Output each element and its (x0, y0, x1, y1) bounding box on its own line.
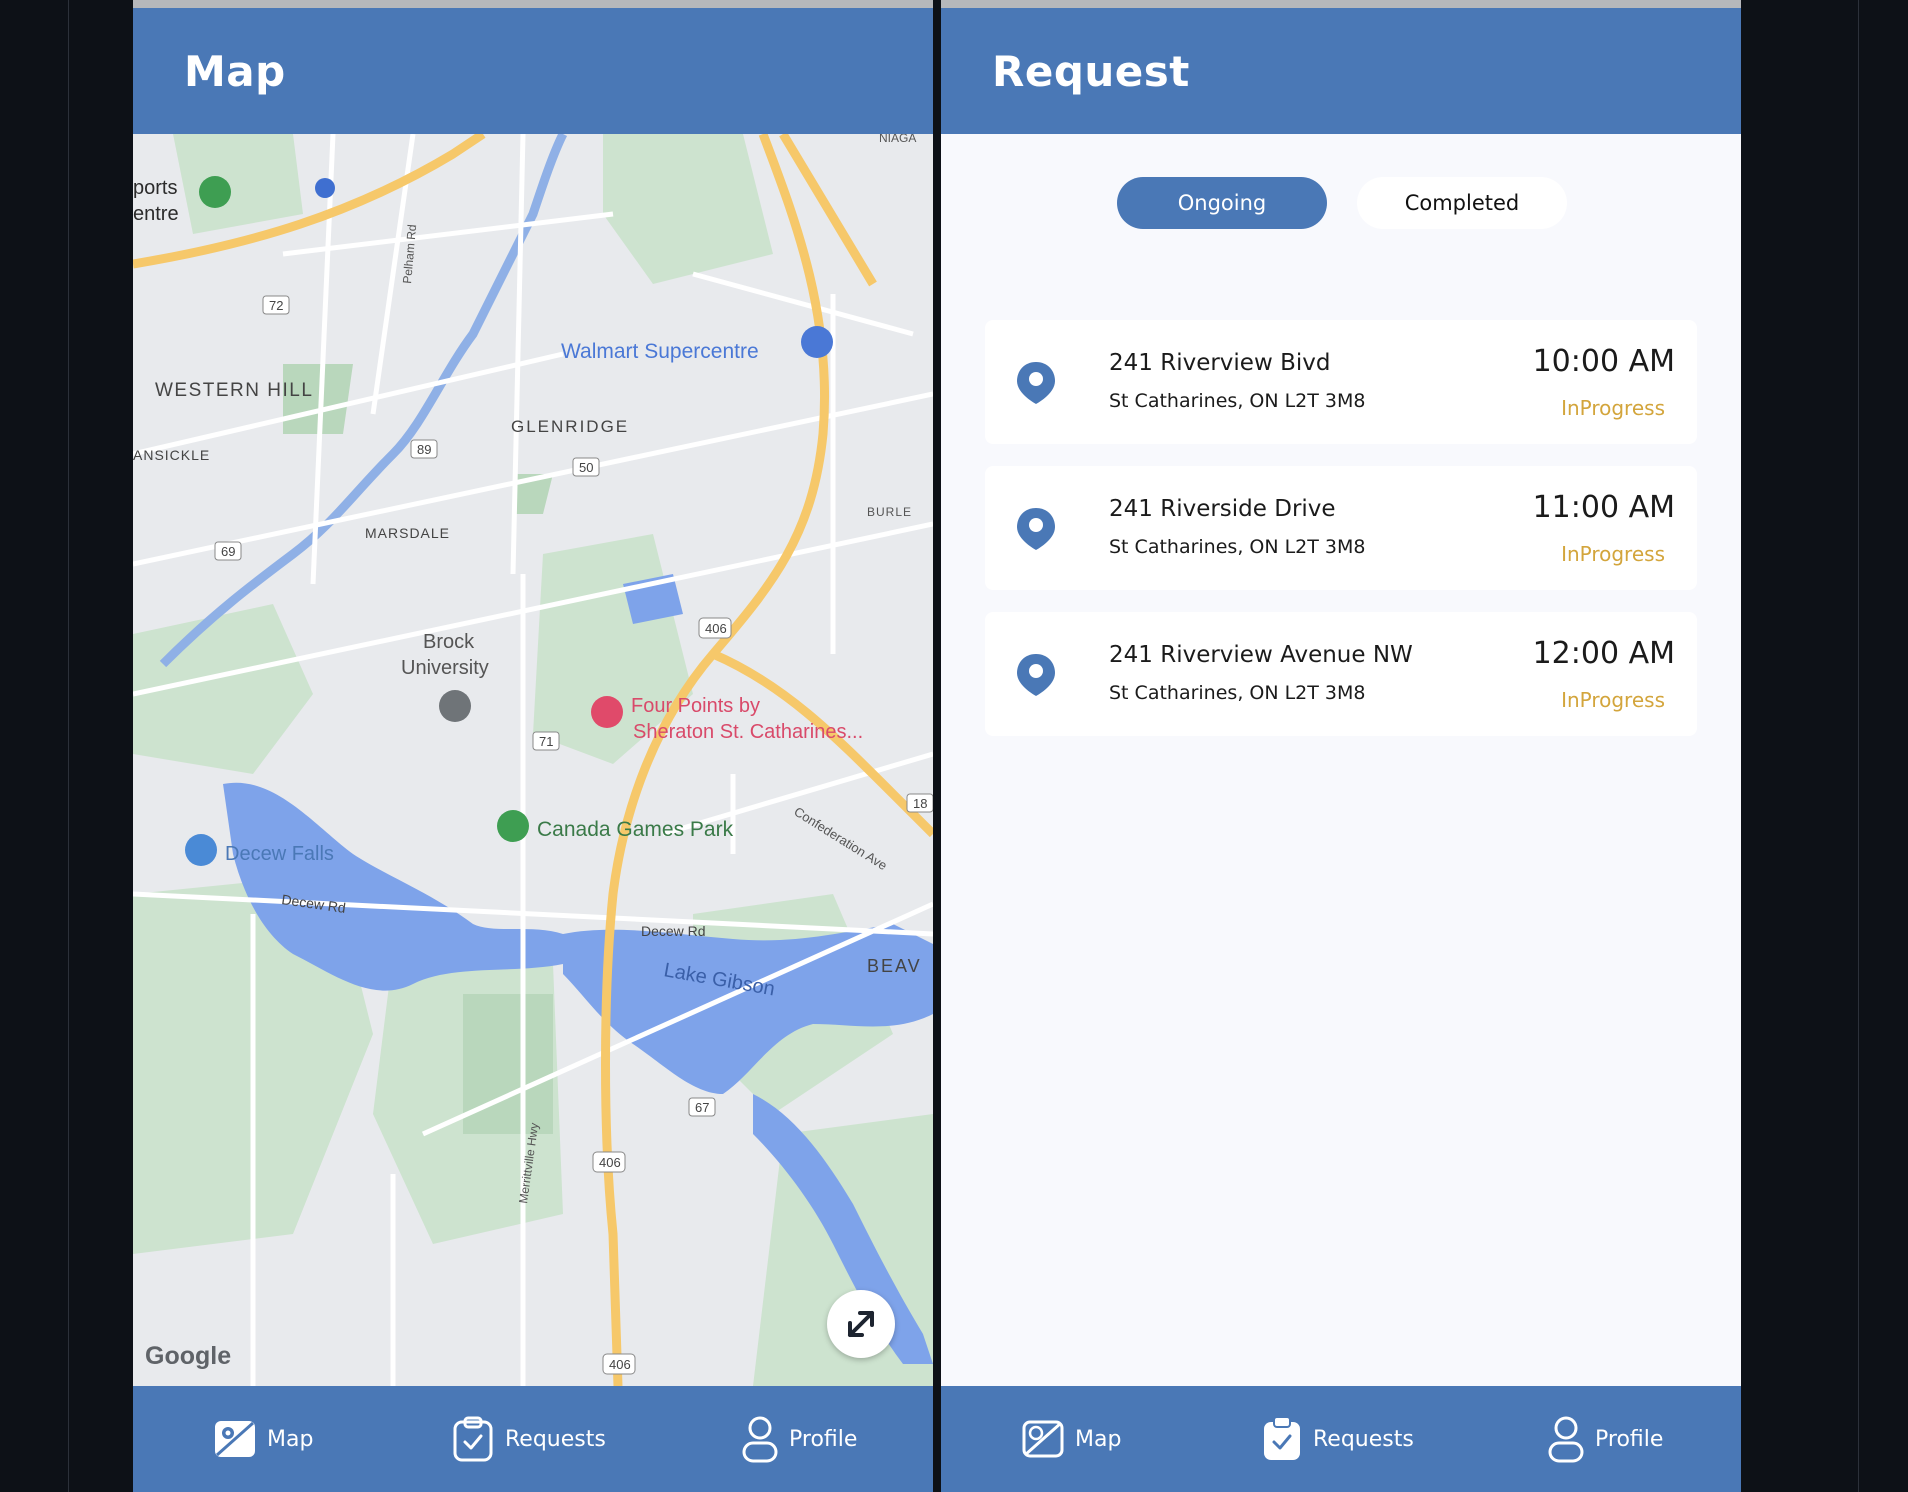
app-bar: Request (941, 8, 1741, 134)
map-label-rd-72: 72 (269, 298, 283, 313)
nav-item-profile[interactable]: Profile (1547, 1386, 1663, 1492)
map-label-ansickle: ANSICKLE (133, 447, 210, 463)
page-title: Map (184, 46, 286, 96)
map-label-burle: BURLE (867, 505, 912, 519)
map-label-glenridge: GLENRIDGE (511, 417, 629, 436)
request-card[interactable]: 241 Riverside Drive St Catharines, ON L2… (985, 466, 1697, 590)
bottom-nav: Map Requests Profile (941, 1386, 1741, 1492)
request-city: St Catharines, ON L2T 3M8 (1109, 682, 1366, 704)
map-label-rd-89: 89 (417, 442, 431, 457)
frame-rail-right (1858, 0, 1859, 1492)
fullscreen-button[interactable] (827, 1290, 895, 1358)
location-pin-icon (1017, 362, 1055, 404)
nav-label-profile: Profile (1595, 1426, 1664, 1452)
map-screen: Map 406 406 406 72 89 50 69 71 67 18 por… (133, 0, 933, 1492)
map-canvas[interactable]: 406 406 406 72 89 50 69 71 67 18 ports e… (133, 134, 933, 1386)
request-screen: Request Ongoing Completed 241 Riverview … (941, 0, 1741, 1492)
map-label-walmart: Walmart Supercentre (561, 340, 759, 363)
nav-item-profile[interactable]: Profile (741, 1386, 857, 1492)
bottom-nav: Map Requests Profile (133, 1386, 933, 1492)
nav-item-map[interactable]: Map (1021, 1386, 1121, 1492)
map-icon (215, 1421, 255, 1457)
status-badge: InProgress (1561, 688, 1665, 712)
tab-completed[interactable]: Completed (1357, 177, 1567, 229)
google-logo: Google (145, 1342, 232, 1370)
user-icon (1548, 1416, 1584, 1463)
map-label-decew-falls: Decew Falls (225, 843, 334, 865)
map-label-rd-18: 18 (913, 796, 927, 811)
request-address: 241 Riverside Drive (1109, 496, 1336, 522)
request-city: St Catharines, ON L2T 3M8 (1109, 390, 1366, 412)
map-icon (1022, 1420, 1064, 1458)
clipboard-check-icon (453, 1416, 493, 1462)
status-bar (133, 0, 933, 8)
tab-ongoing[interactable]: Ongoing (1117, 177, 1327, 229)
map-label-brock-1: Brock (423, 631, 475, 653)
status-bar (941, 0, 1741, 8)
map-label-western-hill: WESTERN HILL (155, 380, 313, 401)
request-time: 12:00 AM (1532, 636, 1675, 671)
location-pin-icon (1017, 508, 1055, 550)
map-label-beav: BEAV (867, 956, 922, 976)
nav-item-map[interactable]: Map (213, 1386, 313, 1492)
nav-item-requests[interactable]: Requests (451, 1386, 606, 1492)
map-label-four-points-1: Four Points by (631, 695, 760, 717)
map-label-niagara: NIAGA (879, 134, 916, 145)
map-label-brock-2: University (401, 657, 489, 679)
request-address: 241 Riverview Avenue NW (1109, 642, 1413, 668)
map-label-hwy-406-c: 406 (609, 1357, 631, 1372)
nav-label-requests: Requests (505, 1426, 606, 1452)
expand-icon (848, 1311, 874, 1337)
nav-label-map: Map (267, 1426, 314, 1452)
status-badge: InProgress (1561, 542, 1665, 566)
page-title: Request (992, 46, 1190, 96)
app-bar: Map (133, 8, 933, 134)
map-label-sports-centre-1: ports (133, 177, 177, 199)
request-card[interactable]: 241 Riverview Avenue NW St Catharines, O… (985, 612, 1697, 736)
status-badge: InProgress (1561, 396, 1665, 420)
request-city: St Catharines, ON L2T 3M8 (1109, 536, 1366, 558)
map-label-rd-67: 67 (695, 1100, 709, 1115)
map-label-four-points-2: Sheraton St. Catharines... (633, 721, 863, 743)
map-label-hwy-406-a: 406 (705, 621, 727, 636)
nav-label-requests: Requests (1313, 1426, 1414, 1452)
frame-rail-left (68, 0, 69, 1492)
nav-label-profile: Profile (789, 1426, 858, 1452)
nav-label-map: Map (1075, 1426, 1122, 1452)
map-label-canada-games: Canada Games Park (537, 818, 734, 841)
map-label-marsdale: MARSDALE (365, 525, 450, 541)
request-time: 11:00 AM (1532, 490, 1675, 525)
nav-item-requests[interactable]: Requests (1261, 1386, 1414, 1492)
location-pin-icon (1017, 654, 1055, 696)
request-address: 241 Riverview Bivd (1109, 350, 1331, 376)
map-label-rd-71: 71 (539, 734, 553, 749)
request-time: 10:00 AM (1532, 344, 1675, 379)
map-view[interactable]: 406 406 406 72 89 50 69 71 67 18 ports e… (133, 134, 933, 1386)
clipboard-check-icon (1264, 1416, 1300, 1460)
user-icon (742, 1416, 778, 1463)
map-label-decew-rd-2: Decew Rd (641, 923, 706, 939)
request-tabs: Ongoing Completed (941, 177, 1741, 229)
map-label-sports-centre-2: entre (133, 203, 179, 225)
map-label-rd-69: 69 (221, 544, 235, 559)
request-card[interactable]: 241 Riverview Bivd St Catharines, ON L2T… (985, 320, 1697, 444)
map-label-hwy-406-b: 406 (599, 1155, 621, 1170)
map-label-rd-50: 50 (579, 460, 593, 475)
